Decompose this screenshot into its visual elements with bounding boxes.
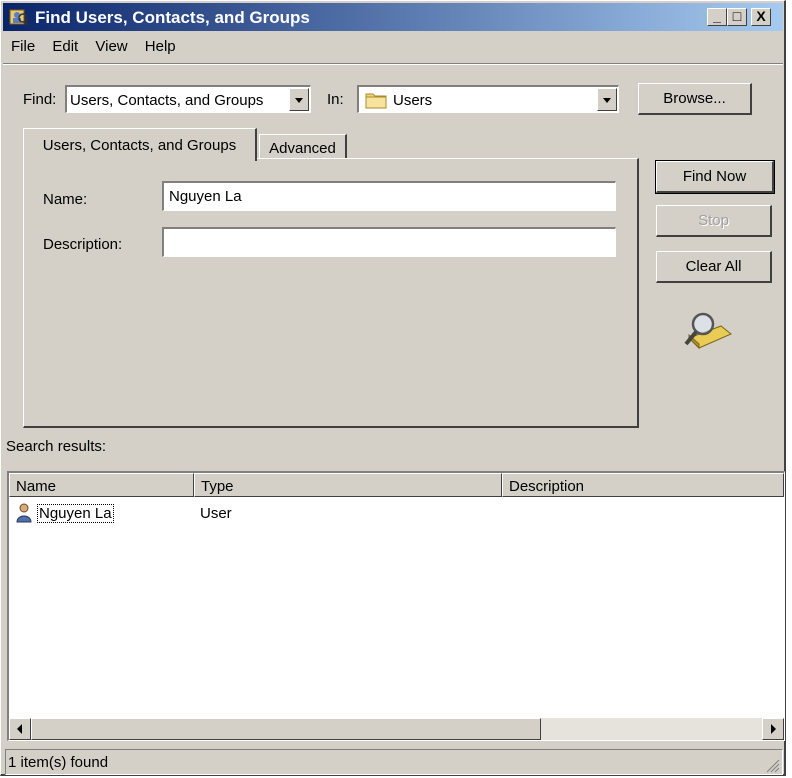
user-icon — [16, 503, 32, 523]
description-label: Description: — [43, 236, 123, 253]
arrow-left-icon — [17, 724, 22, 734]
scroll-right-button[interactable] — [762, 718, 784, 740]
in-location-value: Users — [393, 92, 433, 109]
in-location-select[interactable]: Users — [357, 85, 619, 113]
column-header-description[interactable]: Description — [502, 473, 784, 497]
window-title: Find Users, Contacts, and Groups — [35, 8, 310, 27]
find-type-select[interactable]: Users, Contacts, and Groups — [65, 85, 311, 113]
scroll-thumb[interactable] — [31, 718, 541, 740]
close-button[interactable]: X — [751, 8, 771, 26]
description-input[interactable] — [162, 227, 616, 257]
name-input-value: Nguyen La — [169, 188, 242, 205]
search-results-label: Search results: — [6, 438, 107, 455]
search-results-list[interactable]: Name Type Description Nguyen La User — [7, 471, 785, 741]
minimize-button[interactable]: _ — [707, 8, 727, 26]
column-header-type[interactable]: Type — [194, 473, 502, 497]
row-type-cell: User — [200, 505, 232, 522]
name-label: Name: — [43, 191, 88, 208]
menu-bar: File Edit View Help — [11, 38, 189, 60]
browse-button[interactable]: Browse... — [638, 83, 752, 115]
stop-button[interactable]: Stop — [656, 205, 772, 237]
find-type-dropdown-button[interactable] — [289, 88, 309, 111]
column-header-name[interactable]: Name — [9, 473, 194, 497]
tab-panel: Name: Nguyen La Description: — [23, 158, 639, 428]
menu-help[interactable]: Help — [145, 38, 176, 55]
menu-view[interactable]: View — [95, 38, 127, 55]
find-now-button[interactable]: Find Now — [655, 160, 775, 194]
menu-file[interactable]: File — [11, 38, 35, 55]
find-people-icon — [9, 9, 29, 26]
arrow-right-icon — [771, 724, 776, 734]
in-label: In: — [327, 91, 344, 108]
table-row[interactable]: Nguyen La User — [13, 503, 783, 525]
row-name-cell: Nguyen La — [37, 504, 114, 523]
menu-edit[interactable]: Edit — [52, 38, 78, 55]
tab-users-contacts-groups[interactable]: Users, Contacts, and Groups — [23, 128, 257, 161]
status-bar: 1 item(s) found — [5, 749, 783, 775]
horizontal-scrollbar[interactable] — [9, 718, 784, 740]
resize-grip-icon[interactable] — [762, 755, 780, 773]
status-text: 1 item(s) found — [8, 754, 109, 771]
folder-icon — [365, 93, 387, 109]
name-input[interactable]: Nguyen La — [162, 181, 616, 211]
find-dialog: Find Users, Contacts, and Groups _ □ X F… — [0, 0, 786, 776]
find-label: Find: — [23, 91, 57, 108]
scroll-left-button[interactable] — [9, 718, 31, 740]
find-type-value: Users, Contacts, and Groups — [70, 92, 264, 109]
menu-separator — [3, 63, 783, 65]
maximize-button[interactable]: □ — [727, 8, 747, 26]
title-bar[interactable]: Find Users, Contacts, and Groups _ □ X — [3, 3, 783, 31]
search-animation-icon — [684, 312, 732, 350]
tab-advanced[interactable]: Advanced — [259, 134, 347, 160]
in-location-dropdown-button[interactable] — [597, 88, 617, 111]
clear-all-button[interactable]: Clear All — [656, 251, 772, 283]
